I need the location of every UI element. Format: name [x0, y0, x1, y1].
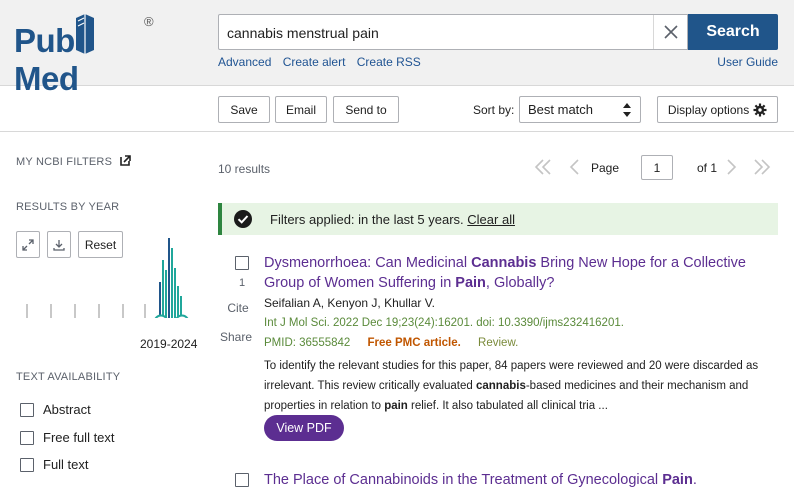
create-alert-link[interactable]: Create alert — [283, 55, 346, 69]
free-pmc-badge: Free PMC article. — [367, 337, 461, 349]
logo-registered-mark: ® — [144, 14, 154, 29]
view-pdf-button[interactable]: View PDF — [264, 415, 344, 441]
full-text-filter[interactable]: Full text — [20, 457, 89, 472]
result-1-authors: Seifalian A, Kenyon J, Khullar V. — [264, 296, 435, 310]
result-1-meta: PMID: 36555842 Free PMC article. Review. — [264, 337, 518, 349]
search-input[interactable] — [227, 21, 647, 45]
results-by-year-chart[interactable] — [16, 238, 206, 318]
clear-all-link[interactable]: Clear all — [467, 212, 515, 227]
search-button[interactable]: Search — [688, 14, 778, 50]
result-1-checkbox[interactable] — [235, 256, 249, 270]
year-histogram-bars — [26, 304, 146, 318]
share-button[interactable]: Share — [218, 330, 254, 344]
sort-select[interactable]: Best match — [519, 96, 641, 123]
free-full-text-checkbox[interactable] — [20, 430, 34, 445]
close-icon — [663, 25, 678, 39]
highlighted-year-bars — [159, 238, 182, 318]
review-badge: Review. — [478, 337, 519, 349]
send-to-button[interactable]: Send to — [333, 96, 399, 123]
result-1-pmid: PMID: 36555842 — [264, 337, 351, 349]
filters-applied-text: Filters applied: in the last 5 years. — [270, 211, 464, 227]
previous-page-icon[interactable] — [568, 158, 580, 176]
create-rss-link[interactable]: Create RSS — [357, 55, 421, 69]
logo-book-icon — [76, 14, 94, 54]
full-text-checkbox[interactable] — [20, 457, 34, 472]
last-page-icon[interactable] — [753, 158, 771, 176]
page-number-input[interactable]: 1 — [641, 155, 673, 180]
save-button[interactable]: Save — [218, 96, 270, 123]
header: PubMed ® Search Advanced Create alert Cr… — [0, 0, 794, 97]
my-ncbi-filters-heading[interactable]: MY NCBI FILTERS — [16, 155, 132, 168]
results-toolbar: Save Email Send to Sort by: Best match D… — [0, 86, 794, 132]
email-button[interactable]: Email — [275, 96, 327, 123]
text-availability-heading: TEXT AVAILABILITY — [16, 371, 121, 383]
result-2-checkbox[interactable] — [235, 473, 249, 487]
year-range-label: 2019-2024 — [140, 337, 198, 351]
filters-applied-banner: Filters applied: in the last 5 years. Cl… — [218, 203, 778, 235]
sort-value: Best match — [528, 102, 594, 117]
full-text-label: Full text — [43, 457, 89, 472]
page-label: Page — [591, 161, 620, 175]
abstract-filter[interactable]: Abstract — [20, 402, 91, 417]
next-page-icon[interactable] — [726, 158, 738, 176]
select-arrows-icon — [623, 103, 631, 117]
free-full-text-filter[interactable]: Free full text — [20, 430, 115, 445]
results-count: 10 results — [218, 162, 271, 176]
result-2-title-link[interactable]: The Place of Cannabinoids in the Treatme… — [264, 470, 764, 490]
header-links: Advanced Create alert Create RSS — [218, 55, 429, 69]
advanced-link[interactable]: Advanced — [218, 55, 271, 69]
free-full-text-label: Free full text — [43, 430, 115, 445]
result-1-journal-citation: Int J Mol Sci. 2022 Dec 19;23(24):16201.… — [264, 317, 624, 329]
abstract-checkbox[interactable] — [20, 402, 34, 417]
result-number: 1 — [239, 277, 246, 289]
check-circle-icon — [234, 210, 252, 228]
page-of-label: of 1 — [697, 161, 718, 175]
results-by-year-heading: RESULTS BY YEAR — [16, 201, 120, 213]
search-box — [218, 14, 688, 50]
result-1-title-link[interactable]: Dysmenorrhoea: Can Medicinal Cannabis Br… — [264, 253, 764, 293]
sort-label: Sort by: — [473, 103, 515, 117]
cite-button[interactable]: Cite — [224, 301, 252, 315]
user-guide-link[interactable]: User Guide — [717, 55, 778, 69]
abstract-label: Abstract — [43, 402, 91, 417]
external-link-icon — [120, 155, 132, 166]
display-options-button[interactable]: Display options — [657, 96, 778, 123]
gear-icon — [753, 103, 767, 116]
first-page-icon[interactable] — [534, 158, 552, 176]
display-options-label: Display options — [667, 102, 750, 117]
pubmed-logo[interactable]: PubMed ® — [14, 10, 164, 97]
result-1-snippet: To identify the relevant studies for thi… — [264, 360, 759, 412]
clear-search-button[interactable] — [653, 15, 687, 49]
